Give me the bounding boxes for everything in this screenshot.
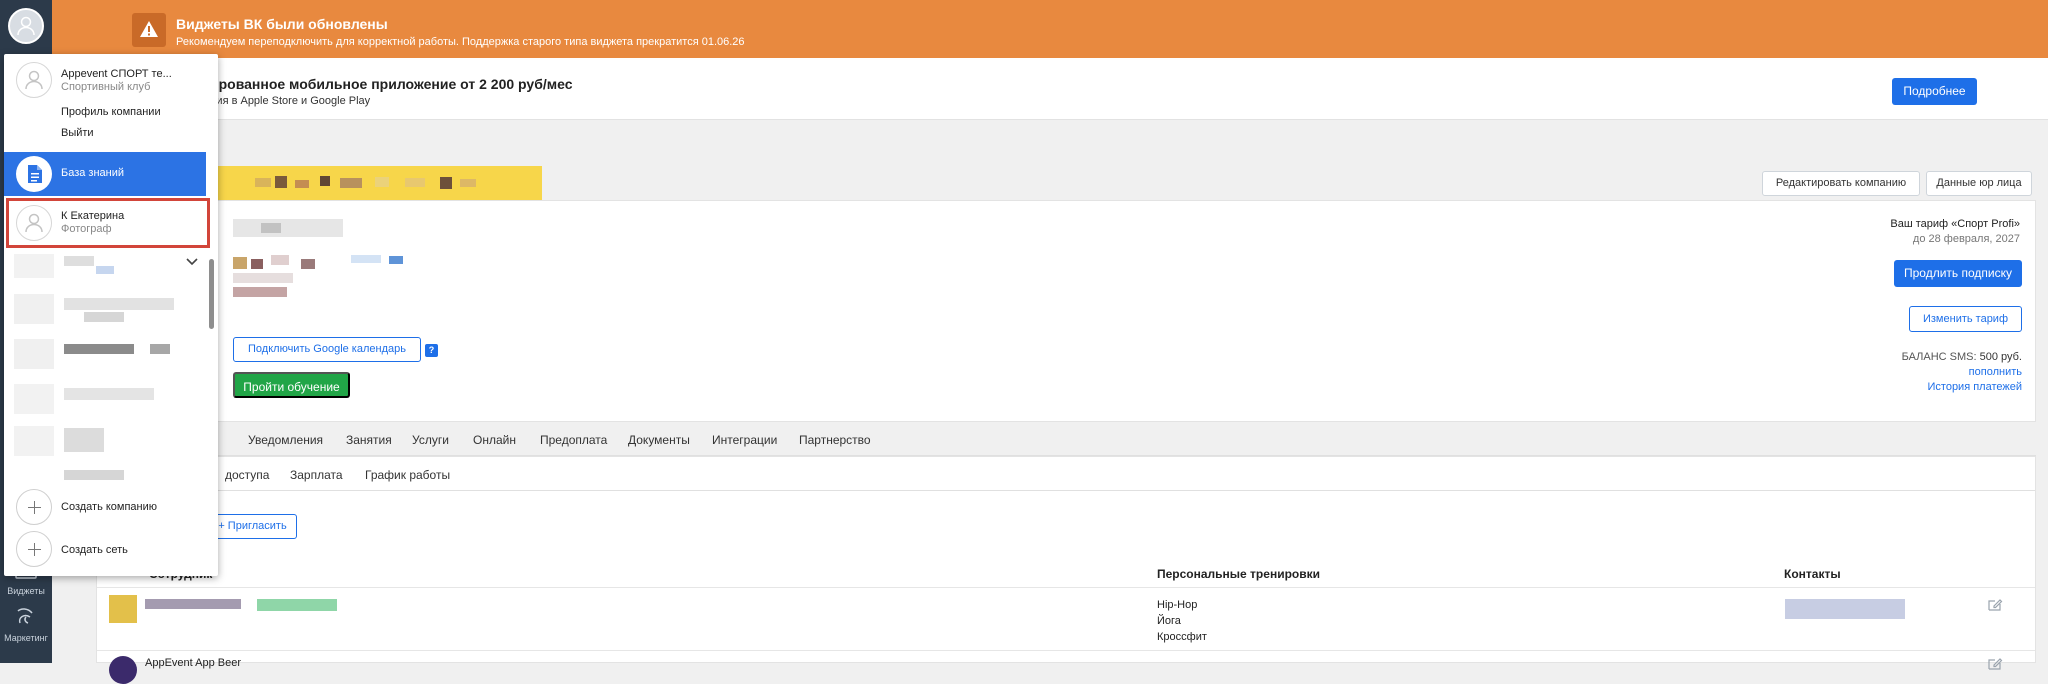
warning-icon <box>132 13 166 47</box>
company-avatar <box>16 62 52 98</box>
edit-company-button[interactable]: Редактировать компанию <box>1762 171 1920 196</box>
training-button[interactable]: Пройти обучение <box>233 372 350 398</box>
staff-subtabs: доступа Зарплата График работы <box>97 457 2035 491</box>
marketing-icon <box>14 605 38 629</box>
col-contacts-header: Контакты <box>1784 567 1841 581</box>
logout-link[interactable]: Выйти <box>61 127 94 139</box>
table-divider <box>97 650 2035 651</box>
sidebar-item-widgets-label: Виджеты <box>7 586 45 596</box>
banner-text: Рекомендуем переподключить для корректно… <box>176 36 745 48</box>
knowledge-base-item[interactable]: База знаний <box>4 152 206 196</box>
training-item: Hip-Hop <box>1157 599 1198 611</box>
create-company-link[interactable]: Создать компанию <box>61 501 157 513</box>
topup-link[interactable]: пополнить <box>1902 365 2022 380</box>
google-calendar-button[interactable]: Подключить Google календарь <box>233 337 421 362</box>
sidebar-item-marketing[interactable]: Маркетинг <box>0 605 52 643</box>
company-panel <box>210 200 2036 422</box>
app-promo: ированное мобильное приложение от 2 200 … <box>52 58 2048 120</box>
tab-partnership[interactable]: Партнерство <box>799 433 871 447</box>
subtab-schedule[interactable]: График работы <box>365 468 450 482</box>
tab-documents[interactable]: Документы <box>628 433 690 447</box>
tab-classes[interactable]: Занятия <box>346 433 392 447</box>
user-icon <box>17 16 35 36</box>
company-name[interactable]: Appevent СПОРТ те... <box>61 68 172 80</box>
tariff-until: до 28 февраля, 2027 <box>1912 233 2020 245</box>
user-icon <box>25 70 43 90</box>
scrollbar[interactable] <box>209 259 214 329</box>
table-divider <box>97 587 2035 588</box>
promo-title: ированное мобильное приложение от 2 200 … <box>210 76 573 92</box>
tab-prepayment[interactable]: Предоплата <box>540 433 607 447</box>
subtab-access[interactable]: доступа <box>225 468 269 482</box>
more-button[interactable]: Подробнее <box>1892 78 1977 105</box>
create-network-link[interactable]: Создать сеть <box>61 544 128 556</box>
training-item: Кроссфит <box>1157 631 1207 643</box>
edit-icon[interactable] <box>1987 597 2003 613</box>
legal-data-button[interactable]: Данные юр лица <box>1926 171 2032 196</box>
tab-integrations[interactable]: Интеграции <box>712 433 777 447</box>
personal-trainings-list: Hip-Hop Йога Кроссфит <box>1157 597 1207 645</box>
highlight-box <box>6 198 210 248</box>
profile-link[interactable]: Профиль компании <box>61 106 161 118</box>
staff-badge-redacted <box>257 599 337 611</box>
tab-services[interactable]: Услуги <box>412 433 449 447</box>
sms-balance: БАЛАНС SMS: 500 руб. пополнить История п… <box>1902 350 2022 395</box>
staff-name: AppEvent App Beer <box>145 657 242 669</box>
tariff-info: Ваш тариф «Спорт Profi» до 28 февраля, 2… <box>1890 218 2020 245</box>
widgets-updated-banner: Виджеты ВК были обновлены Рекомендуем пе… <box>52 0 2048 58</box>
tariff-name: Ваш тариф «Спорт Profi» <box>1890 218 2020 230</box>
col-training-header: Персональные тренировки <box>1157 567 1320 581</box>
promo-subtitle: дия в Apple Store и Google Play <box>210 95 371 107</box>
banner-title: Виджеты ВК были обновлены <box>176 16 388 32</box>
sidebar-item-marketing-label: Маркетинг <box>4 633 48 643</box>
avatar <box>109 595 137 623</box>
change-tariff-button[interactable]: Изменить тариф <box>1909 306 2022 332</box>
company-type: Спортивный клуб <box>61 81 151 93</box>
tab-notifications[interactable]: Уведомления <box>248 433 323 447</box>
staff-panel: доступа Зарплата График работы + Приглас… <box>96 456 2036 684</box>
training-item: Йога <box>1157 615 1181 627</box>
invite-button[interactable]: + Пригласить <box>208 514 297 539</box>
payment-history-link[interactable]: История платежей <box>1902 380 2023 395</box>
account-dropdown: Appevent СПОРТ те... Спортивный клуб Про… <box>4 54 218 576</box>
document-icon <box>16 156 52 192</box>
knowledge-base-label: База знаний <box>61 167 125 179</box>
sms-balance-value: 500 руб. <box>1979 351 2022 363</box>
help-icon[interactable]: ? <box>425 344 438 357</box>
tab-online[interactable]: Онлайн <box>473 433 516 447</box>
contacts-redacted <box>1785 599 1905 619</box>
chevron-down-icon[interactable] <box>185 257 199 267</box>
sms-balance-label: БАЛАНС SMS: <box>1901 351 1977 363</box>
user-avatar-button[interactable] <box>8 8 44 44</box>
edit-icon[interactable] <box>1987 656 2003 672</box>
company-tabs: ы Уведомления Занятия Услуги Онлайн Пред… <box>210 422 2036 456</box>
extend-subscription-button[interactable]: Продлить подписку <box>1894 260 2022 287</box>
staff-name-redacted <box>145 599 241 609</box>
avatar <box>109 656 137 684</box>
create-network-icon[interactable] <box>16 531 52 567</box>
subtab-salary[interactable]: Зарплата <box>290 468 343 482</box>
create-company-icon[interactable] <box>16 489 52 525</box>
